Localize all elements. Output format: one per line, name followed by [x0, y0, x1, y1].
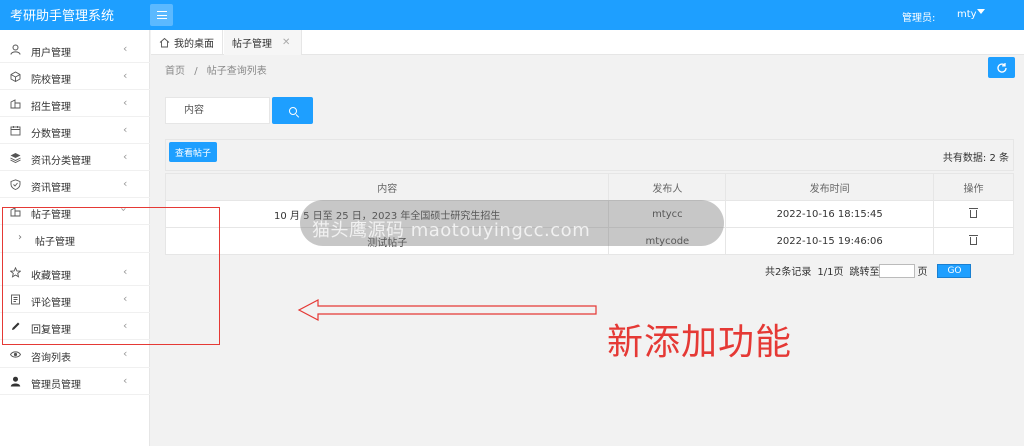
sidebar-item-label: 管理员管理 — [31, 380, 81, 391]
top-header: 考研助手管理系统 管理员: mty — [0, 0, 1024, 30]
sidebar-item-label: 院校管理 — [31, 75, 71, 86]
admin-label: 管理员: — [902, 13, 936, 24]
shield-icon — [10, 179, 21, 190]
chevron-left-icon: ‹ — [123, 347, 128, 360]
sidebar-item-admins[interactable]: 管理员管理 ‹ — [0, 368, 150, 395]
table-toolbar: 查看帖子 共有数据: 2 条 — [165, 139, 1014, 171]
tab-label: 帖子管理 — [232, 39, 272, 50]
pager-pages: 1/1页 — [817, 267, 844, 278]
chevron-left-icon: ‹ — [123, 123, 128, 136]
chevron-left-icon: ‹ — [123, 374, 128, 387]
eye-icon — [10, 349, 21, 360]
sidebar-item-users[interactable]: 用户管理 ‹ — [0, 36, 150, 63]
sidebar-item-label: 用户管理 — [31, 48, 71, 59]
breadcrumb-home[interactable]: 首页 — [165, 66, 185, 77]
sidebar-item-label: 资讯分类管理 — [31, 156, 91, 167]
watermark-text: 猫头鹰源码 maotouyingcc.com — [312, 220, 591, 241]
total-label-text: 共有数据: — [942, 153, 987, 164]
chevron-left-icon: ‹ — [123, 96, 128, 109]
pager-page-unit: 页 — [917, 267, 928, 278]
table-header-row: 内容 发布人 发布时间 操作 — [164, 173, 1014, 201]
cell-time: 2022-10-16 18:15:45 — [725, 200, 935, 228]
tab-label: 我的桌面 — [174, 39, 214, 50]
search-icon — [288, 106, 297, 115]
pager-records: 共2条记录 — [765, 267, 812, 278]
cell-operation — [933, 227, 1014, 255]
pager-jump-label: 跳转至 — [849, 267, 880, 278]
cube-icon — [10, 71, 21, 82]
sidebar-item-news[interactable]: 资讯管理 ‹ — [0, 171, 150, 198]
user-icon — [10, 44, 21, 55]
home-icon — [159, 37, 170, 48]
sidebar-item-label: 咨询列表 — [31, 353, 71, 364]
annotation-arrow-icon — [297, 299, 597, 321]
close-icon[interactable]: ✕ — [282, 37, 290, 48]
refresh-button[interactable] — [988, 57, 1015, 78]
header-time: 发布时间 — [725, 173, 935, 201]
annotation-highlight-box — [2, 207, 220, 345]
tab-home[interactable]: 我的桌面 — [151, 30, 223, 55]
breadcrumb: 首页 / 帖子查询列表 — [165, 62, 267, 77]
total-label-value: 2 条 — [989, 153, 1009, 164]
delete-icon[interactable] — [969, 234, 979, 245]
header-author: 发布人 — [608, 173, 727, 201]
layers-icon — [10, 152, 21, 163]
total-count: 共有数据: 2 条 — [943, 149, 1009, 164]
sidebar-item-scores[interactable]: 分数管理 ‹ — [0, 117, 150, 144]
delete-icon[interactable] — [969, 207, 979, 218]
tab-bar: 我的桌面 帖子管理 ✕ — [151, 30, 1024, 55]
cell-time: 2022-10-15 19:46:06 — [725, 227, 935, 255]
sidebar-item-label: 资讯管理 — [31, 183, 71, 194]
menu-toggle-button[interactable] — [150, 4, 173, 26]
caret-down-icon[interactable] — [977, 9, 985, 14]
sidebar-item-label: 招生管理 — [31, 102, 71, 113]
breadcrumb-separator: / — [194, 66, 198, 77]
sidebar-item-schools[interactable]: 院校管理 ‹ — [0, 63, 150, 90]
view-posts-button[interactable]: 查看帖子 — [169, 142, 217, 162]
chevron-left-icon: ‹ — [123, 150, 128, 163]
cell-operation — [933, 200, 1014, 228]
app-title: 考研助手管理系统 — [10, 9, 115, 24]
header-operation: 操作 — [933, 173, 1014, 201]
annotation-text: 新添加功能 — [607, 322, 793, 363]
sidebar-item-enrollment[interactable]: 招生管理 ‹ — [0, 90, 150, 117]
calendar-icon — [10, 125, 21, 136]
search-input[interactable] — [165, 97, 270, 124]
refresh-icon — [996, 62, 1008, 74]
chevron-left-icon: ‹ — [123, 69, 128, 82]
sidebar-item-label: 分数管理 — [31, 129, 71, 140]
tab-posts[interactable]: 帖子管理 ✕ — [224, 30, 302, 55]
go-button[interactable]: GO — [937, 263, 972, 278]
admin-name-dropdown[interactable]: mty — [957, 9, 977, 20]
search-button[interactable] — [272, 97, 313, 124]
breadcrumb-current: 帖子查询列表 — [206, 66, 267, 77]
header-content: 内容 — [164, 173, 610, 201]
page-jump-input[interactable] — [879, 263, 916, 278]
sidebar-item-consultations[interactable]: 咨询列表 ‹ — [0, 341, 150, 368]
person-icon — [10, 376, 21, 387]
chevron-left-icon: ‹ — [123, 177, 128, 190]
chevron-left-icon: ‹ — [123, 42, 128, 55]
pagination: 共2条记录 1/1页 跳转至 页 GO — [765, 263, 972, 278]
hamburger-icon — [156, 11, 167, 19]
sidebar-item-news-category[interactable]: 资讯分类管理 ‹ — [0, 144, 150, 171]
building-icon — [10, 98, 21, 109]
